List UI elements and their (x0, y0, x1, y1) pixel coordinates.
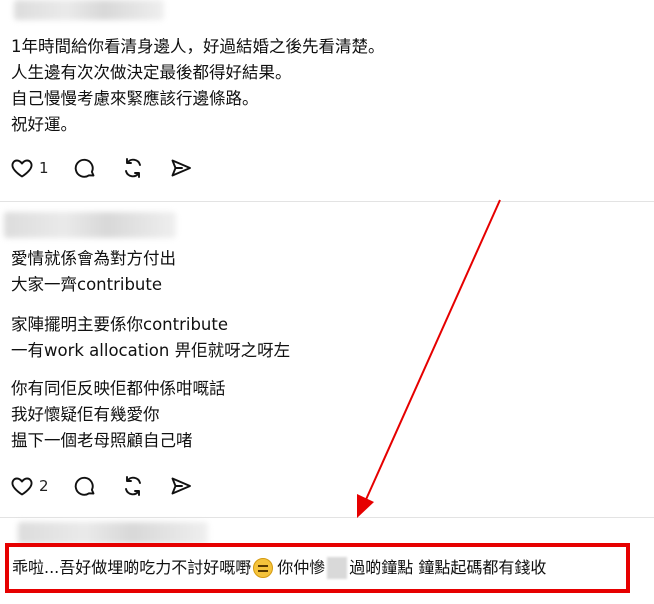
send-icon (171, 159, 191, 177)
post-text-line: 你有同佢反映佢都仲係咁嘅話 (11, 379, 226, 398)
post-text-line: 我好懷疑佢有幾愛你 (11, 405, 160, 424)
highlighted-comment-text: 乖啦...吾好做埋啲吃力不討好嘅嘢 你仲慘 過啲鐘點 鐘點起碼都有錢收 (12, 557, 546, 579)
comment-text-part: 過啲鐘點 鐘點起碼都有錢收 (349, 558, 547, 577)
comment-button[interactable] (73, 474, 97, 498)
post-text-line: 自己慢慢考慮來緊應該行邊條路。 (11, 89, 259, 108)
post-2-text: 家陣擺明主要係你contribute 一有work allocation 畀佢就… (11, 312, 290, 364)
repost-arrows-icon (124, 476, 141, 496)
like-button[interactable]: 1 (10, 156, 49, 180)
post-2-text: 你有同佢反映佢都仲係咁嘅話 我好懷疑佢有幾愛你 揾下一個老母照顧自己啫 (11, 376, 226, 454)
redacted-username (14, 0, 164, 20)
redacted-username (4, 212, 176, 238)
redacted-username (18, 522, 208, 544)
post-text-line: 人生邊有次次做決定最後都得好結果。 (11, 63, 292, 82)
repost-arrows-icon (124, 158, 141, 178)
post-text-line: 愛情就係會為對方付出 (11, 249, 176, 268)
comment-button[interactable] (73, 156, 97, 180)
post-2-actions: 2 (10, 471, 217, 501)
post-divider (0, 201, 654, 202)
post-text-line: 大家一齊contribute (11, 275, 163, 294)
post-text-line: 一有work allocation 畀佢就呀之呀左 (11, 341, 291, 360)
speech-bubble-icon (74, 476, 94, 496)
expressionless-face-icon (253, 558, 274, 578)
like-button[interactable]: 2 (10, 474, 49, 498)
heart-icon (11, 477, 33, 496)
speech-bubble-icon (74, 158, 94, 178)
post-text-line: 家陣擺明主要係你contribute (11, 315, 229, 334)
post-1-text: 1年時間給你看清身邊人，好過結婚之後先看清楚。 人生邊有次次做決定最後都得好結果… (11, 34, 385, 138)
like-count: 1 (39, 159, 49, 177)
comment-text-part: 你仲慘 (277, 558, 326, 577)
post-text-line: 1年時間給你看清身邊人，好過結婚之後先看清楚。 (11, 37, 385, 56)
repost-button[interactable] (121, 156, 145, 180)
post-text-line: 揾下一個老母照顧自己啫 (11, 431, 193, 450)
post-1-actions: 1 (10, 153, 217, 183)
heart-icon (11, 159, 33, 178)
like-count: 2 (39, 477, 49, 495)
post-text-line: 祝好運。 (11, 115, 77, 134)
send-icon (171, 477, 191, 495)
share-button[interactable] (169, 474, 193, 498)
post-2-text: 愛情就係會為對方付出 大家一齊contribute (11, 246, 176, 298)
share-button[interactable] (169, 156, 193, 180)
post-divider (0, 517, 654, 518)
repost-button[interactable] (121, 474, 145, 498)
redacted-word (327, 557, 348, 579)
comment-text-part: 乖啦...吾好做埋啲吃力不討好嘅嘢 (12, 558, 252, 577)
